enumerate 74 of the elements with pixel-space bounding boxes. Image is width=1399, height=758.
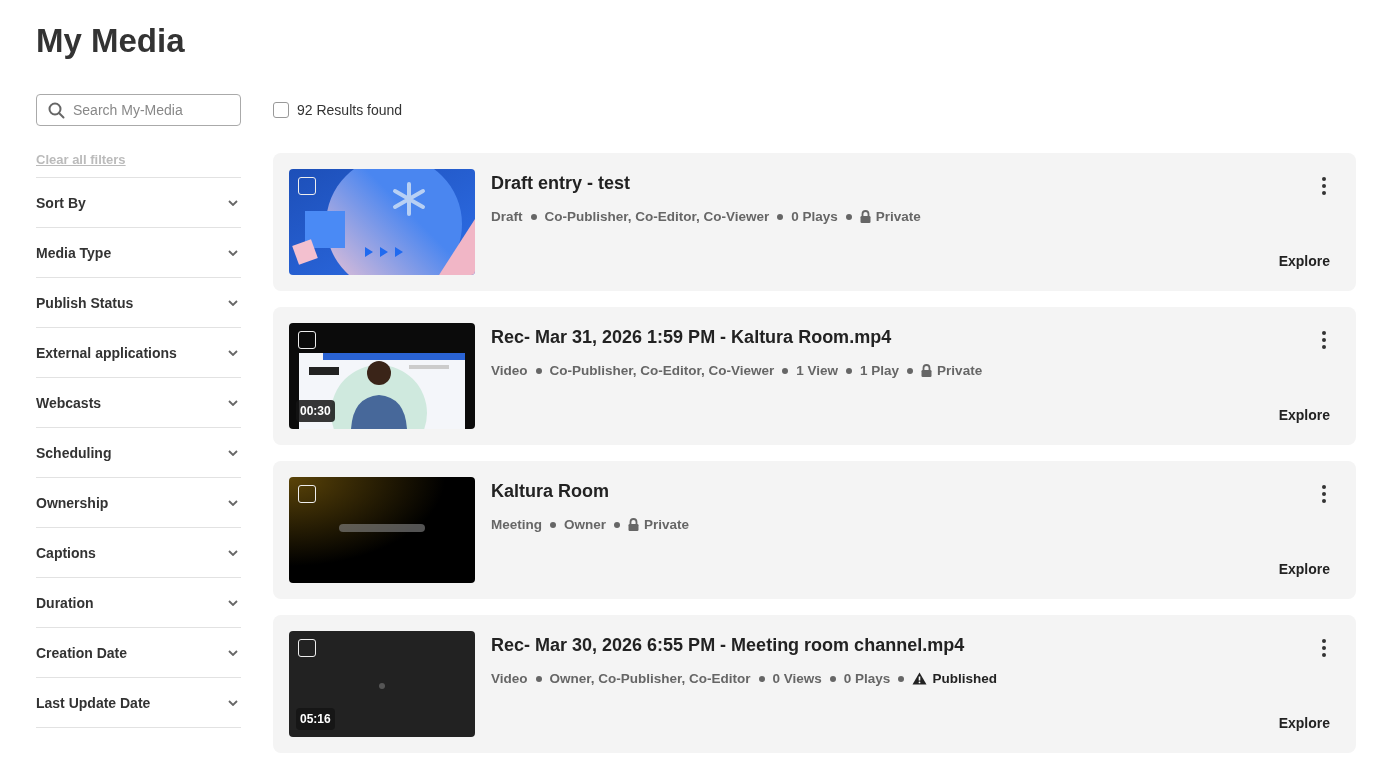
page-title: My Media — [36, 21, 186, 61]
lock-icon — [921, 364, 933, 377]
meta-text: 1 Play — [860, 363, 900, 378]
lock-icon — [859, 210, 871, 223]
separator-dot — [614, 521, 621, 528]
meta-text: Owner — [564, 517, 607, 532]
filter-dropdown[interactable]: External applications — [36, 328, 241, 378]
warning-icon — [912, 672, 928, 685]
separator-dot — [550, 521, 556, 528]
filter-dropdown[interactable]: Creation Date — [36, 628, 241, 678]
meta-text: Video — [491, 671, 528, 686]
chevron-icon — [228, 199, 238, 206]
separator-dot — [535, 367, 542, 374]
chevron-icon — [228, 249, 238, 256]
filter-dropdown[interactable]: Webcasts — [36, 378, 241, 428]
separator-dot — [829, 675, 836, 682]
explore-button[interactable]: Explore — [1268, 249, 1340, 273]
entry-checkbox[interactable] — [298, 177, 316, 195]
meta-text: Co-Publisher, Co-Editor, Co-Viewer — [549, 363, 775, 378]
meta-text: 0 Plays — [843, 671, 891, 686]
chevron-icon — [228, 649, 238, 656]
filter-dropdown[interactable]: Duration — [36, 578, 241, 628]
meta-text: Meeting — [491, 517, 542, 532]
search-field[interactable]: Search My-Media — [36, 94, 241, 126]
explore-button[interactable]: Explore — [1268, 403, 1340, 427]
meta-text: Owner, Co-Publisher, Co-Editor — [549, 671, 751, 686]
meta-text: Co-Publisher, Co-Editor, Co-Viewer — [544, 209, 770, 224]
chevron-icon — [228, 449, 238, 456]
chevron-icon — [228, 349, 238, 356]
filter-dropdown[interactable]: Scheduling — [36, 428, 241, 478]
privacy-status: Private — [875, 209, 921, 224]
separator-dot — [535, 675, 542, 682]
chevron-icon — [228, 549, 238, 556]
entry-title[interactable]: Draft entry - test — [491, 173, 1269, 194]
select-all-checkbox[interactable] — [273, 102, 289, 118]
separator-dot — [782, 367, 789, 374]
filter-dropdown[interactable]: Sort By — [36, 178, 241, 228]
chevron-icon — [228, 599, 238, 606]
privacy-status: Private — [644, 517, 690, 532]
entry-checkbox[interactable] — [298, 485, 316, 503]
separator-dot — [758, 675, 765, 682]
filter-dropdown[interactable]: Last Update Date — [36, 678, 241, 728]
explore-button[interactable]: Explore — [1268, 557, 1340, 581]
meta-text: Draft — [491, 209, 523, 224]
separator-dot — [907, 367, 914, 374]
chevron-icon — [228, 399, 238, 406]
lock-icon — [628, 518, 640, 531]
separator-dot — [845, 213, 852, 220]
results-count: 92 Results found — [297, 102, 403, 118]
entry-title[interactable]: Rec- Mar 31, 2026 1:59 PM - Kaltura Room.mp4 — [491, 327, 1269, 348]
separator-dot — [898, 675, 905, 682]
chevron-icon — [228, 299, 238, 306]
privacy-status: Private — [937, 363, 983, 378]
meta-text: 0 Views — [772, 671, 822, 686]
separator-dot — [777, 213, 784, 220]
entry-title[interactable]: Rec- Mar 30, 2026 6:55 PM - Meeting room channel.mp4 — [491, 635, 1269, 656]
chevron-icon — [228, 699, 238, 706]
separator-dot — [846, 367, 853, 374]
meta-text: 0 Plays — [791, 209, 838, 224]
meta-text: Video — [491, 363, 528, 378]
entry-checkbox[interactable] — [298, 331, 316, 349]
filter-dropdown[interactable]: Publish Status — [36, 278, 241, 328]
entry-checkbox[interactable] — [298, 639, 316, 657]
chevron-icon — [228, 499, 238, 506]
filter-dropdown[interactable]: Media Type — [36, 228, 241, 278]
duration-label: 00:30 — [296, 400, 335, 422]
publish-status: Published — [932, 671, 997, 686]
duration-label: 05:16 — [296, 708, 335, 730]
explore-button[interactable]: Explore — [1268, 711, 1340, 735]
filter-dropdown[interactable]: Ownership — [36, 478, 241, 528]
filter-dropdown[interactable]: Captions — [36, 528, 241, 578]
entry-title[interactable]: Kaltura Room — [491, 481, 1269, 502]
separator-dot — [530, 213, 537, 220]
meta-text: 1 View — [796, 363, 839, 378]
